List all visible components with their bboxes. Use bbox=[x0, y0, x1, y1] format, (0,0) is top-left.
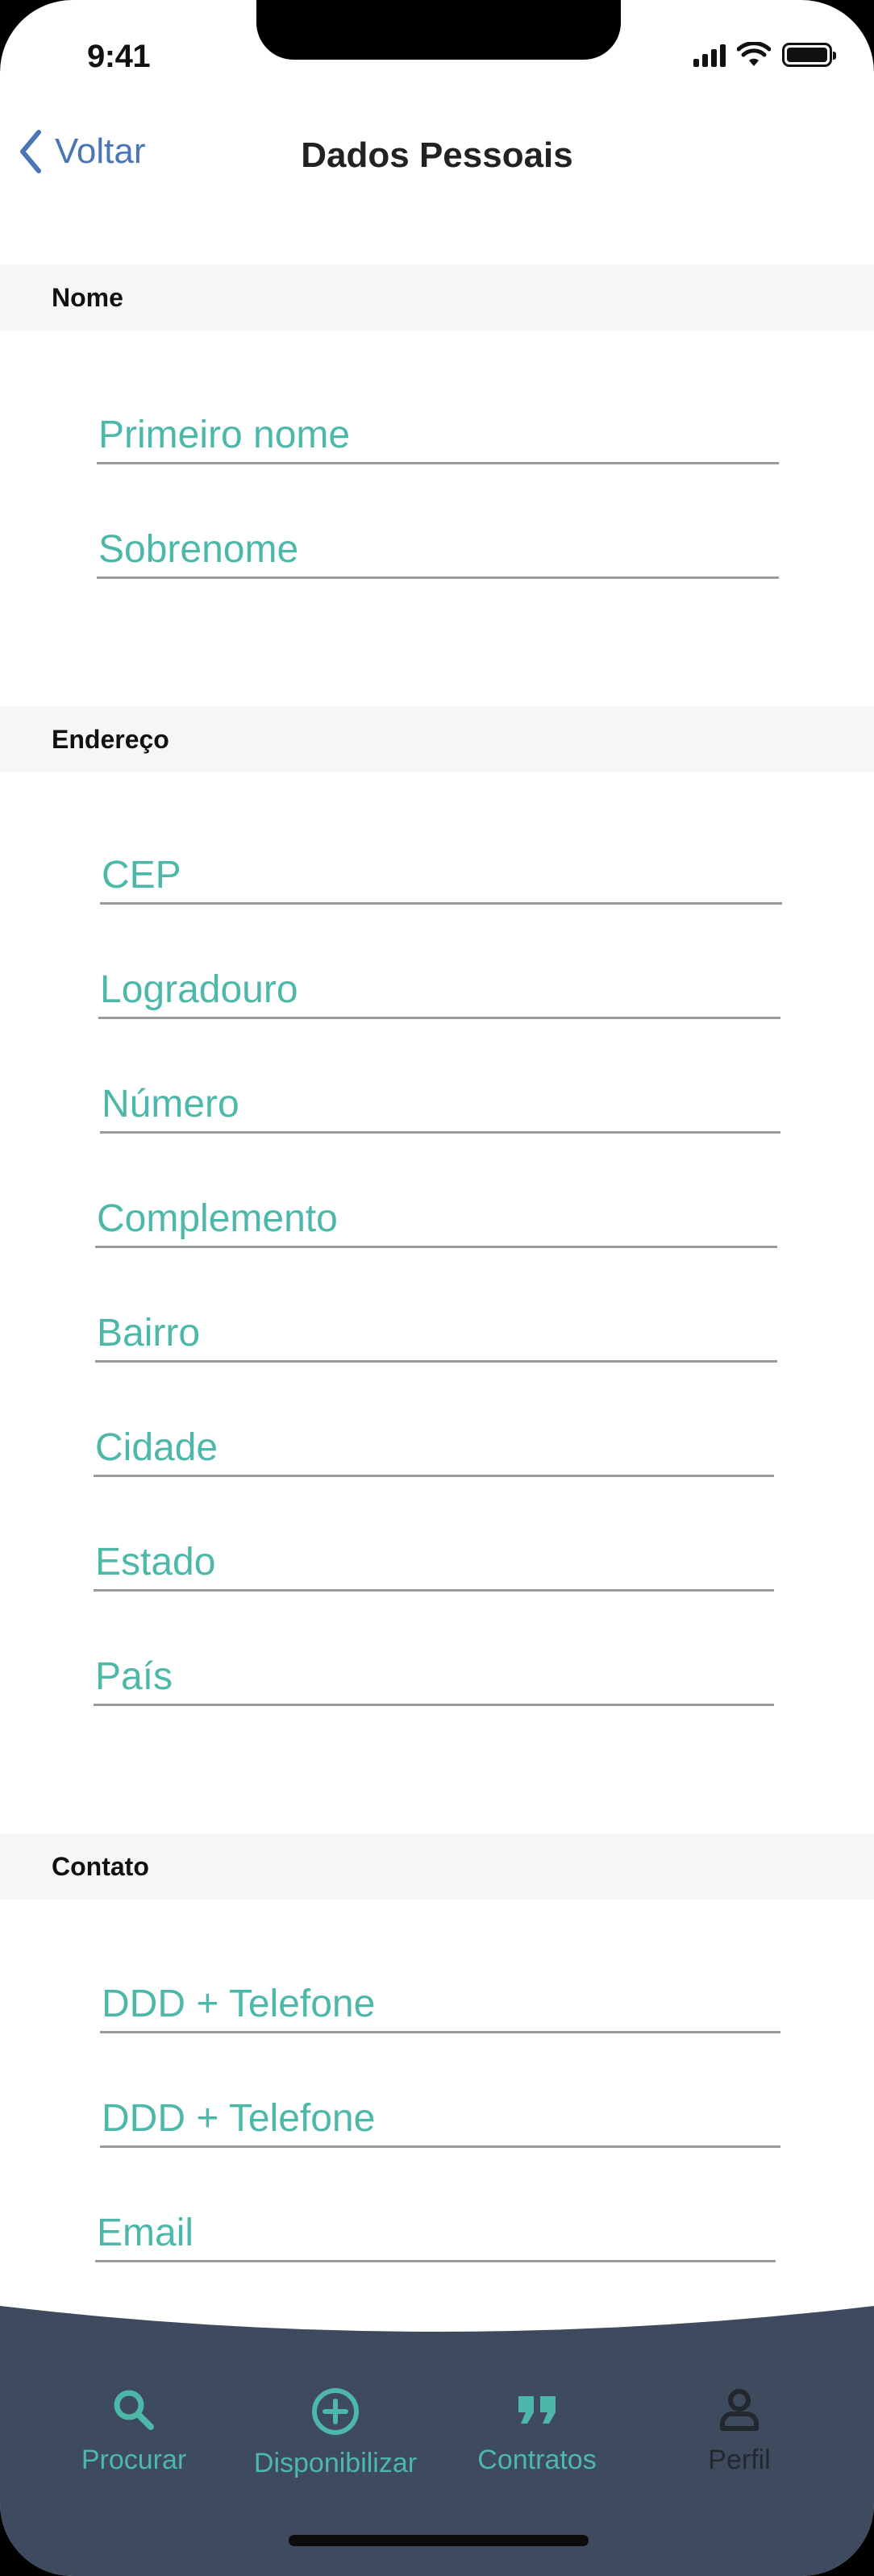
pais-field[interactable] bbox=[94, 1650, 774, 1706]
tab-label-contratos: Contratos bbox=[477, 2445, 597, 2475]
cellular-signal-icon bbox=[693, 43, 726, 67]
person-icon bbox=[720, 2389, 759, 2431]
tab-label-perfil: Perfil bbox=[708, 2445, 771, 2475]
estado-field[interactable] bbox=[94, 1535, 774, 1592]
wifi-icon bbox=[737, 42, 771, 66]
telefone-field-2[interactable] bbox=[100, 2091, 780, 2148]
plus-circle-icon bbox=[312, 2388, 359, 2435]
section-header-endereco: Endereço bbox=[0, 706, 874, 772]
complemento-input[interactable] bbox=[95, 1192, 777, 1246]
tab-procurar[interactable]: Procurar bbox=[77, 2387, 191, 2476]
quote-icon bbox=[518, 2396, 556, 2424]
numero-field[interactable] bbox=[100, 1077, 780, 1134]
status-icons bbox=[693, 42, 836, 68]
tab-bar-curve bbox=[0, 2306, 874, 2332]
sobrenome-input[interactable] bbox=[97, 522, 779, 576]
cidade-input[interactable] bbox=[94, 1421, 774, 1475]
estado-input[interactable] bbox=[94, 1535, 774, 1589]
cidade-field[interactable] bbox=[94, 1421, 774, 1477]
page-title: Dados Pessoais bbox=[0, 135, 874, 176]
bairro-field[interactable] bbox=[95, 1306, 777, 1363]
email-input[interactable] bbox=[95, 2206, 776, 2260]
tab-label-procurar: Procurar bbox=[81, 2445, 187, 2475]
search-icon bbox=[114, 2390, 154, 2430]
cep-input[interactable] bbox=[100, 848, 782, 902]
notch bbox=[256, 0, 621, 60]
tab-contratos[interactable]: Contratos bbox=[469, 2387, 605, 2476]
bairro-input[interactable] bbox=[95, 1306, 777, 1360]
primeiro-nome-input[interactable] bbox=[97, 408, 779, 462]
telefone-field-1[interactable] bbox=[100, 1977, 780, 2033]
tab-disponibilizar[interactable]: Disponibilizar bbox=[240, 2387, 431, 2479]
home-indicator bbox=[289, 2535, 589, 2546]
page-title-text: Dados Pessoais bbox=[301, 135, 573, 175]
email-field[interactable] bbox=[95, 2206, 776, 2262]
logradouro-field[interactable] bbox=[98, 963, 780, 1019]
battery-icon bbox=[782, 43, 836, 67]
telefone-input-2[interactable] bbox=[100, 2091, 780, 2145]
cep-field[interactable] bbox=[100, 848, 782, 905]
complemento-field[interactable] bbox=[95, 1192, 777, 1248]
pais-input[interactable] bbox=[94, 1650, 774, 1704]
numero-input[interactable] bbox=[100, 1077, 780, 1131]
telefone-input-1[interactable] bbox=[100, 1977, 780, 2031]
phone-screen: 9:41 Voltar Dados Pessoais Nome Endereço bbox=[0, 0, 874, 2576]
section-header-nome: Nome bbox=[0, 264, 874, 331]
sobrenome-field[interactable] bbox=[97, 522, 779, 579]
section-header-contato: Contato bbox=[0, 1833, 874, 1900]
tab-perfil[interactable]: Perfil bbox=[687, 2387, 792, 2476]
primeiro-nome-field[interactable] bbox=[97, 408, 779, 464]
tab-label-disponibilizar: Disponibilizar bbox=[253, 2448, 418, 2478]
logradouro-input[interactable] bbox=[98, 963, 780, 1017]
status-time: 9:41 bbox=[87, 39, 151, 74]
